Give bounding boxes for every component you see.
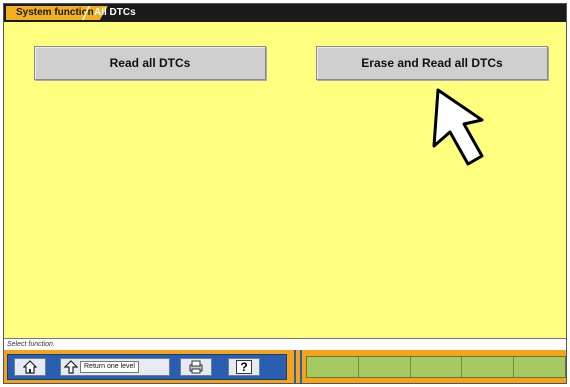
return-one-level-label: Return one level — [80, 361, 139, 373]
status-bar: Select function. — [4, 338, 566, 350]
read-all-dtcs-button[interactable]: Read all DTCs — [34, 46, 266, 80]
help-button[interactable]: ? — [228, 358, 260, 376]
home-icon — [23, 360, 37, 374]
erase-and-read-all-dtcs-label: Erase and Read all DTCs — [361, 56, 503, 70]
function-key-3[interactable] — [411, 357, 463, 377]
function-keys — [306, 356, 566, 378]
toolbar-divider — [294, 350, 302, 383]
pointer-arrow-icon — [420, 88, 490, 188]
main-content: Read all DTCs Erase and Read all DTCs — [4, 22, 566, 338]
bottom-toolbar: Return one level ? — [4, 350, 566, 383]
print-icon — [188, 360, 204, 374]
help-icon: ? — [236, 360, 252, 374]
function-key-2[interactable] — [359, 357, 411, 377]
breadcrumb-all-dtcs: All DTCs — [82, 6, 156, 20]
navigation-toolbar: Return one level ? — [7, 354, 287, 380]
function-key-4[interactable] — [462, 357, 515, 377]
return-one-level-button[interactable]: Return one level — [60, 358, 170, 376]
function-key-5[interactable] — [514, 357, 565, 377]
return-up-icon — [64, 360, 78, 374]
read-all-dtcs-label: Read all DTCs — [109, 56, 191, 70]
breadcrumb: System function All DTCs — [4, 4, 566, 22]
function-key-1[interactable] — [307, 357, 359, 377]
print-button[interactable] — [180, 358, 212, 376]
app-window: System function All DTCs Read all DTCs E… — [3, 3, 567, 384]
home-button[interactable] — [14, 358, 46, 376]
erase-and-read-all-dtcs-button[interactable]: Erase and Read all DTCs — [316, 46, 548, 80]
